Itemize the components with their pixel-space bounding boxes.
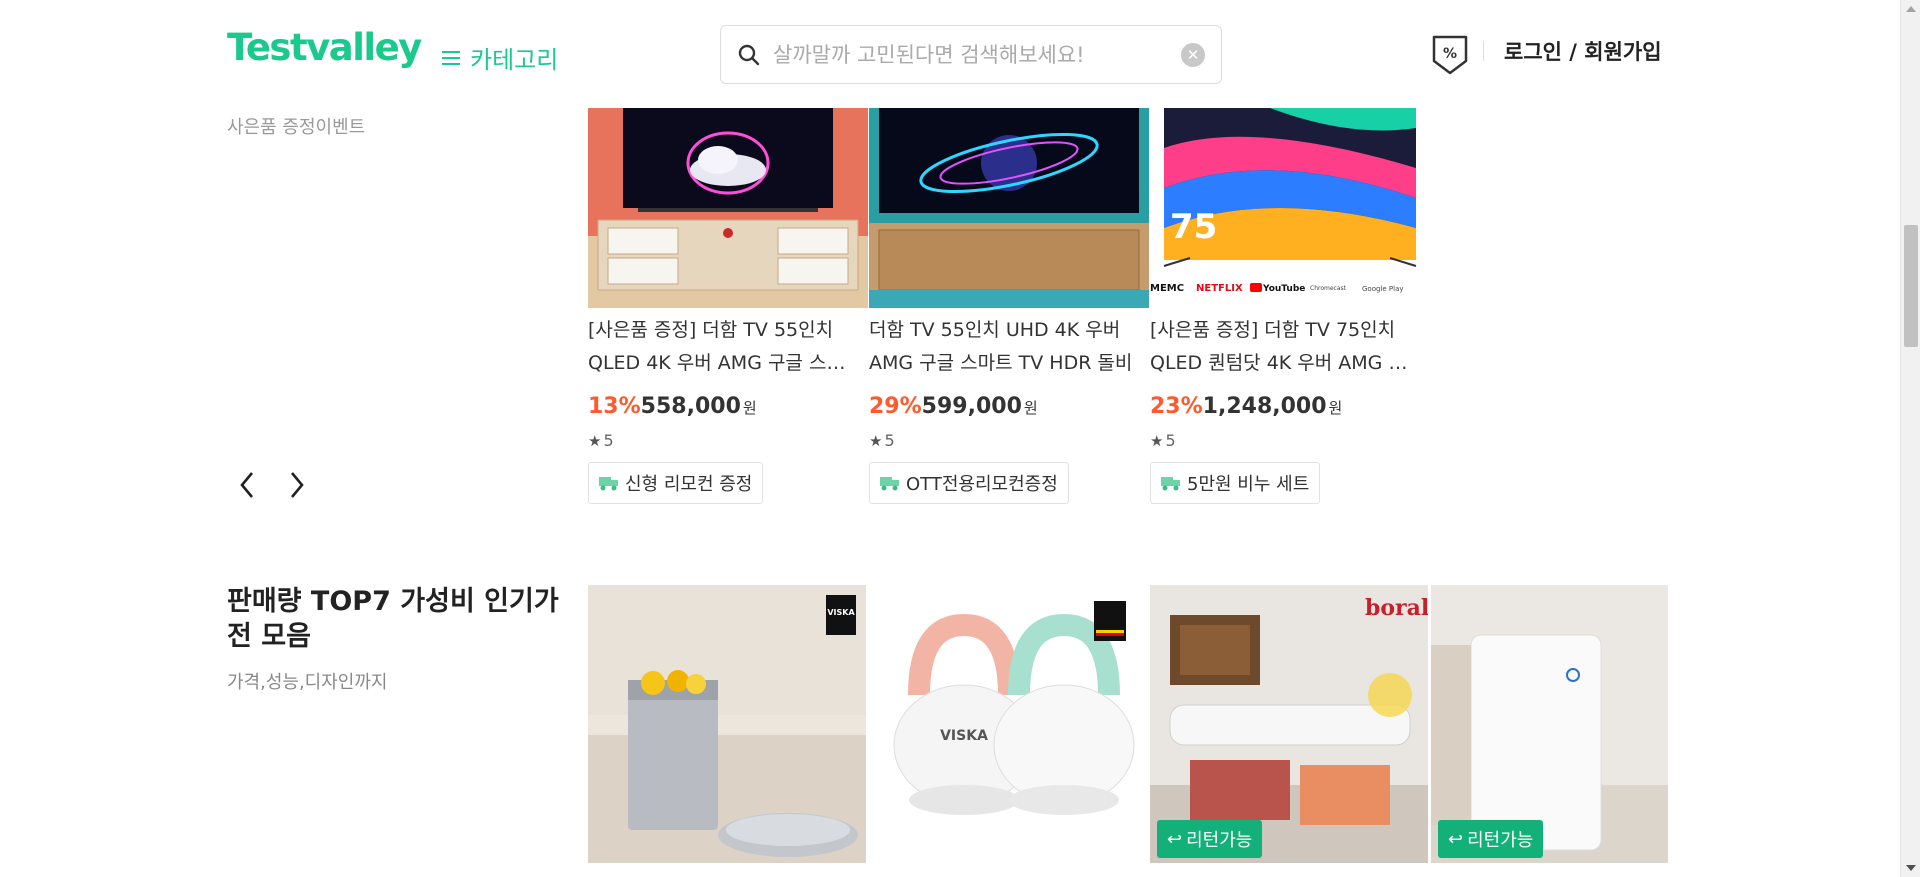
return-icon: ↩ [1448, 828, 1464, 850]
discount-rate: 29% [869, 394, 922, 419]
product-title[interactable]: 더함 TV 55인치 UHD 4K 우버 AMG 구글 스마트 TV HDR 돌… [869, 314, 1141, 380]
category-button[interactable]: 카테고리 [442, 40, 558, 75]
rating: ★ 5 [869, 431, 1149, 450]
brand-label: VISKA [940, 728, 988, 744]
currency: 원 [1328, 399, 1343, 417]
product-image[interactable]: VISKA [588, 585, 866, 863]
header: Testvalley 카테고리 ✕ % 로그인 / 회원가입 [0, 0, 1900, 104]
star-icon: ★ [1150, 431, 1164, 450]
star-icon: ★ [588, 431, 602, 450]
gift-tag: 신형 리모컨 증정 [588, 462, 764, 504]
truck-icon [599, 475, 619, 491]
search-icon [737, 43, 761, 67]
rating-value: 5 [884, 431, 895, 450]
svg-text:%: % [1443, 46, 1457, 62]
discount-rate: 13% [588, 394, 641, 419]
login-signup-link[interactable]: 로그인 / 회원가입 [1483, 36, 1662, 66]
product-image[interactable] [869, 108, 1149, 308]
truck-icon [1161, 475, 1181, 491]
brand-label: VISKA [827, 608, 855, 617]
product-image[interactable]: VISKA [869, 585, 1149, 863]
product-image[interactable]: boral ↩ 리턴가능 [1150, 585, 1428, 863]
brand-youtube: YouTube [1262, 284, 1305, 294]
page-scrollbar[interactable] [1900, 0, 1920, 877]
rating-value: 5 [603, 431, 614, 450]
product-card[interactable]: [사은품 증정] 더함 TV 55인치 QLED 4K 우버 AMG 구글 스마… [588, 108, 868, 504]
clear-icon[interactable]: ✕ [1181, 42, 1205, 67]
carousel-prev-button[interactable] [232, 468, 262, 502]
login-label: 로그인 / 회원가입 [1504, 40, 1662, 64]
gift-tag: OTT전용리모컨증정 [869, 462, 1069, 504]
logo[interactable]: Testvalley [227, 26, 422, 69]
scroll-up-arrow-icon[interactable] [1906, 6, 1916, 12]
section-title: 판매량 TOP7 가성비 인기가전 모음 [227, 586, 559, 652]
gift-label: 5만원 비누 세트 [1187, 474, 1310, 495]
product-title[interactable]: [사은품 증정] 더함 TV 55인치 QLED 4K 우버 AMG 구글 스마… [588, 314, 860, 380]
rating: ★ 5 [1150, 431, 1430, 450]
currency: 원 [742, 399, 757, 417]
price-row: 13% 558,000 원 [588, 394, 868, 419]
price-row: 29% 599,000 원 [869, 394, 1149, 419]
product-image[interactable]: ↩ 리턴가능 [1431, 585, 1668, 863]
price: 599,000 [921, 394, 1022, 419]
product-image[interactable]: 75 MEMC NETFLIX YouTube Chromecast Googl… [1150, 108, 1430, 308]
price-row: 23% 1,248,000 원 [1150, 394, 1430, 419]
return-badge: ↩ 리턴가능 [1157, 820, 1263, 858]
page: Testvalley 카테고리 ✕ % 로그인 / 회원가입 사은품 증정이벤트 [0, 0, 1920, 877]
rating-value: 5 [1165, 431, 1176, 450]
product-card[interactable]: 더함 TV 55인치 UHD 4K 우버 AMG 구글 스마트 TV HDR 돌… [869, 108, 1149, 504]
star-icon: ★ [869, 431, 883, 450]
brand-google-play: Google Play [1362, 285, 1404, 293]
rating: ★ 5 [588, 431, 868, 450]
section-subtitle: 사은품 증정이벤트 [227, 117, 366, 138]
return-icon: ↩ [1167, 828, 1183, 850]
tv-size-label: 75 [1170, 207, 1217, 247]
discount-tag-icon[interactable]: % [1430, 33, 1470, 77]
brand-memc: MEMC [1150, 283, 1184, 294]
carousel-next-button[interactable] [282, 468, 312, 502]
currency: 원 [1023, 399, 1038, 417]
scroll-down-arrow-icon[interactable] [1906, 865, 1916, 871]
search-input[interactable] [773, 42, 1181, 67]
search-bar: ✕ [720, 25, 1222, 84]
divider [1483, 41, 1484, 61]
product-title[interactable]: [사은품 증정] 더함 TV 75인치 QLED 퀀텀닷 4K 우버 AMG 구… [1150, 314, 1422, 380]
brand-chromecast: Chromecast [1310, 285, 1347, 292]
gift-label: 신형 리모컨 증정 [625, 474, 753, 495]
discount-rate: 23% [1150, 394, 1203, 419]
chevron-left-icon [240, 472, 253, 498]
scrollbar-thumb[interactable] [1904, 225, 1918, 347]
brand-netflix: NETFLIX [1196, 283, 1243, 294]
truck-icon [880, 475, 900, 491]
section-subtitle: 가격,성능,디자인까지 [227, 672, 388, 693]
chevron-right-icon [291, 472, 304, 498]
price: 558,000 [640, 394, 741, 419]
product-card[interactable]: 75 MEMC NETFLIX YouTube Chromecast Googl… [1150, 108, 1430, 504]
badge-label: 리턴가능 [1186, 830, 1253, 851]
price: 1,248,000 [1202, 394, 1327, 419]
gift-label: OTT전용리모컨증정 [906, 474, 1058, 495]
badge-label: 리턴가능 [1467, 830, 1534, 851]
category-label: 카테고리 [470, 46, 559, 74]
gift-tag: 5만원 비누 세트 [1150, 462, 1321, 504]
hamburger-icon [442, 50, 460, 65]
return-badge: ↩ 리턴가능 [1438, 820, 1544, 858]
brand-label: boral [1365, 595, 1428, 621]
product-image[interactable] [588, 108, 868, 308]
